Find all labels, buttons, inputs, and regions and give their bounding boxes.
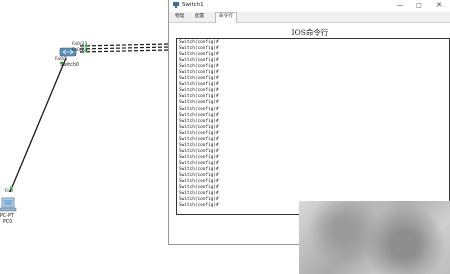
tab-cli[interactable]: 命令行 bbox=[215, 12, 237, 23]
switch-name: Switch0 bbox=[60, 62, 79, 68]
cli-heading: IOS命令行 bbox=[291, 28, 329, 37]
pc-link[interactable] bbox=[9, 57, 67, 193]
tab-physical[interactable]: 物理 bbox=[172, 13, 187, 21]
window-titlebar[interactable]: Switch1 — □ ✕ bbox=[169, 0, 450, 11]
pc-port-label: Fa0 bbox=[5, 188, 13, 194]
switch-port-label: Fa0/23 bbox=[72, 41, 87, 47]
switch-port-label: Fa0/1 bbox=[55, 56, 68, 62]
tab-config[interactable]: 配置 bbox=[192, 13, 207, 21]
app-icon bbox=[173, 2, 179, 8]
close-button[interactable]: ✕ bbox=[430, 0, 448, 11]
trunk-links[interactable] bbox=[79, 43, 169, 53]
window-title: Switch1 bbox=[182, 2, 204, 8]
tab-bar: 物理 配置 命令行 bbox=[169, 12, 450, 23]
cli-output: Switch(config)# Switch(config)# Switch(con… bbox=[177, 39, 449, 209]
cli-console[interactable]: Switch(config)# Switch(config)# Switch(con… bbox=[176, 38, 450, 215]
maximize-button[interactable]: □ bbox=[410, 0, 428, 11]
minimize-button[interactable]: — bbox=[391, 0, 409, 11]
blurred-region bbox=[299, 201, 450, 274]
switch-port-label: Fa0/24 bbox=[72, 47, 87, 53]
pc-model: PC-PT bbox=[0, 213, 14, 219]
pc-icon[interactable] bbox=[0, 197, 17, 212]
pc-name: PC0 bbox=[3, 219, 12, 225]
